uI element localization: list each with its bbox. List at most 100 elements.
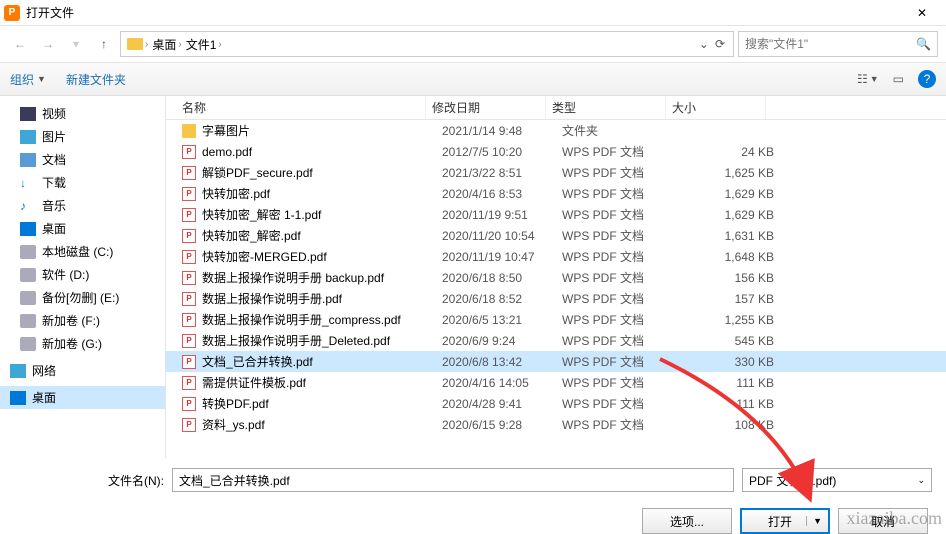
file-row[interactable]: 解锁PDF_secure.pdf2021/3/22 8:51WPS PDF 文档…	[166, 162, 946, 183]
sidebar-item-2[interactable]: 文档	[0, 148, 165, 171]
forward-button[interactable]: →	[36, 32, 60, 56]
breadcrumb-root[interactable]: ›	[125, 38, 150, 50]
file-type: WPS PDF 文档	[562, 311, 682, 328]
search-icon[interactable]: 🔍	[916, 37, 931, 51]
file-type: WPS PDF 文档	[562, 143, 682, 160]
pdf-icon	[182, 313, 196, 327]
sidebar-item-1[interactable]: 图片	[0, 125, 165, 148]
pdf-icon	[182, 145, 196, 159]
file-date: 2021/3/22 8:51	[442, 166, 562, 180]
file-size: 1,255 KB	[682, 313, 774, 327]
col-name[interactable]: 名称	[166, 96, 426, 119]
file-date: 2020/4/16 8:53	[442, 187, 562, 201]
sidebar-network[interactable]: 网络	[0, 359, 165, 382]
back-button[interactable]: ←	[8, 32, 32, 56]
pdf-icon	[182, 271, 196, 285]
file-size: 157 KB	[682, 292, 774, 306]
file-date: 2020/4/28 9:41	[442, 397, 562, 411]
breadcrumb[interactable]: › 桌面› 文件1› ⌄ ⟳	[120, 31, 734, 57]
sidebar-label: 软件 (D:)	[42, 266, 89, 283]
file-name: 资料_ys.pdf	[202, 416, 442, 433]
file-name: 字幕图片	[202, 122, 442, 139]
file-row[interactable]: 快转加密.pdf2020/4/16 8:53WPS PDF 文档1,629 KB	[166, 183, 946, 204]
file-name: 快转加密.pdf	[202, 185, 442, 202]
sidebar-label: 音乐	[42, 197, 66, 214]
path-dropdown-icon[interactable]: ⌄	[699, 37, 709, 51]
sidebar-label: 图片	[42, 128, 66, 145]
sidebar-item-3[interactable]: ↓下载	[0, 171, 165, 194]
sidebar-desktop[interactable]: 桌面	[0, 386, 165, 409]
file-size: 1,629 KB	[682, 208, 774, 222]
file-row[interactable]: demo.pdf2012/7/5 10:20WPS PDF 文档24 KB	[166, 141, 946, 162]
breadcrumb-seg-0[interactable]: 桌面›	[150, 36, 183, 53]
titlebar: P 打开文件 ✕	[0, 0, 946, 26]
filename-label: 文件名(N):	[14, 472, 164, 489]
file-type: WPS PDF 文档	[562, 164, 682, 181]
pdf-icon	[182, 376, 196, 390]
pdf-icon	[182, 418, 196, 432]
up-button[interactable]: ↑	[92, 32, 116, 56]
sidebar-item-4[interactable]: ♪ 音乐	[0, 194, 165, 217]
refresh-icon[interactable]: ⟳	[715, 37, 725, 51]
sidebar-item-9[interactable]: 新加卷 (F:)	[0, 309, 165, 332]
organize-button[interactable]: 组织 ▼	[10, 71, 46, 88]
music-icon: ♪	[20, 199, 36, 213]
file-name: 快转加密-MERGED.pdf	[202, 248, 442, 265]
file-type: WPS PDF 文档	[562, 290, 682, 307]
search-box[interactable]: 🔍	[738, 31, 938, 57]
dl-icon: ↓	[20, 176, 36, 190]
file-row[interactable]: 快转加密_解密.pdf2020/11/20 10:54WPS PDF 文档1,6…	[166, 225, 946, 246]
close-button[interactable]: ✕	[902, 6, 942, 20]
file-size: 1,629 KB	[682, 187, 774, 201]
file-size: 1,625 KB	[682, 166, 774, 180]
file-row[interactable]: 数据上报操作说明手册_compress.pdf2020/6/5 13:21WPS…	[166, 309, 946, 330]
file-name: 快转加密_解密.pdf	[202, 227, 442, 244]
pdf-icon	[182, 250, 196, 264]
file-size: 156 KB	[682, 271, 774, 285]
newfolder-button[interactable]: 新建文件夹	[66, 71, 126, 88]
sidebar-label: 本地磁盘 (C:)	[42, 243, 113, 260]
file-name: 数据上报操作说明手册_Deleted.pdf	[202, 332, 442, 349]
file-row[interactable]: 字幕图片2021/1/14 9:48文件夹	[166, 120, 946, 141]
search-input[interactable]	[745, 37, 916, 51]
file-date: 2020/6/9 9:24	[442, 334, 562, 348]
file-row[interactable]: 数据上报操作说明手册.pdf2020/6/18 8:52WPS PDF 文档15…	[166, 288, 946, 309]
desk-icon	[20, 222, 36, 236]
col-date[interactable]: 修改日期	[426, 96, 546, 119]
sidebar-item-8[interactable]: 备份[勿删] (E:)	[0, 286, 165, 309]
sidebar-item-10[interactable]: 新加卷 (G:)	[0, 332, 165, 355]
sidebar-item-5[interactable]: 桌面	[0, 217, 165, 240]
pdf-icon	[182, 292, 196, 306]
file-type: WPS PDF 文档	[562, 185, 682, 202]
history-dropdown[interactable]: ▾	[64, 32, 88, 56]
sidebar-label: 网络	[32, 362, 56, 379]
col-type[interactable]: 类型	[546, 96, 666, 119]
help-icon[interactable]: ?	[918, 70, 936, 88]
sidebar-item-0[interactable]: 视频	[0, 102, 165, 125]
file-date: 2021/1/14 9:48	[442, 124, 562, 138]
vid-icon	[20, 107, 36, 121]
file-row[interactable]: 数据上报操作说明手册_Deleted.pdf2020/6/9 9:24WPS P…	[166, 330, 946, 351]
pdf-icon	[182, 334, 196, 348]
view-mode-button[interactable]: ☷ ▼	[857, 72, 879, 86]
file-row[interactable]: 快转加密_解密 1-1.pdf2020/11/19 9:51WPS PDF 文档…	[166, 204, 946, 225]
sidebar-label: 新加卷 (G:)	[42, 335, 102, 352]
column-header: 名称 修改日期 类型 大小	[166, 96, 946, 120]
col-size[interactable]: 大小	[666, 96, 766, 119]
breadcrumb-seg-1[interactable]: 文件1›	[184, 36, 224, 53]
file-row[interactable]: 数据上报操作说明手册 backup.pdf2020/6/18 8:50WPS P…	[166, 267, 946, 288]
file-type: WPS PDF 文档	[562, 269, 682, 286]
pdf-icon	[182, 397, 196, 411]
file-type: WPS PDF 文档	[562, 332, 682, 349]
preview-pane-button[interactable]: ▭	[893, 72, 904, 86]
sidebar-item-6[interactable]: 本地磁盘 (C:)	[0, 240, 165, 263]
sidebar-item-7[interactable]: 软件 (D:)	[0, 263, 165, 286]
file-date: 2020/11/19 9:51	[442, 208, 562, 222]
file-row[interactable]: 快转加密-MERGED.pdf2020/11/19 10:47WPS PDF 文…	[166, 246, 946, 267]
doc-icon	[20, 153, 36, 167]
pdf-icon	[182, 355, 196, 369]
pdf-icon	[182, 166, 196, 180]
filename-input[interactable]	[172, 468, 734, 492]
file-size: 1,631 KB	[682, 229, 774, 243]
file-date: 2020/11/20 10:54	[442, 229, 562, 243]
